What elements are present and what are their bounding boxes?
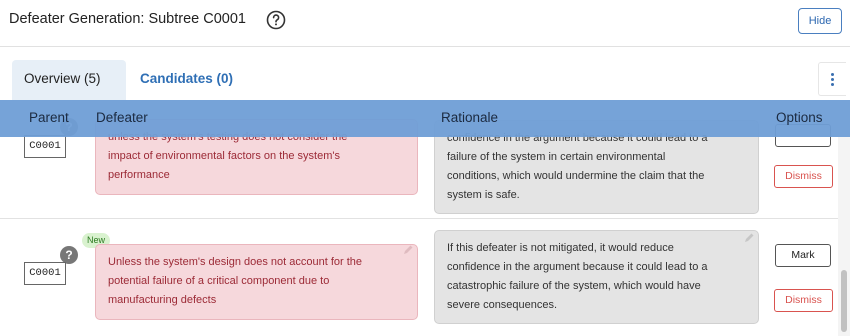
dismiss-button[interactable]: Dismiss <box>774 289 833 312</box>
column-header-defeater: Defeater <box>96 110 148 125</box>
mark-button[interactable]: Mark <box>775 244 831 267</box>
rationale-line: confidence in the argument because it co… <box>447 261 708 273</box>
column-header-parent: Parent <box>29 110 69 125</box>
defeater-generation-panel: Defeater Generation: Subtree C0001 Hide … <box>0 0 850 336</box>
rationale-line: severe consequences. <box>447 299 558 311</box>
tab-overview[interactable]: Overview (5) <box>12 60 126 100</box>
panel-header: Defeater Generation: Subtree C0001 Hide <box>0 0 850 46</box>
panel-title: Defeater Generation: Subtree C0001 <box>9 11 246 27</box>
defeater-line: manufacturing defects <box>108 294 217 306</box>
parent-node-box[interactable]: C0001 <box>24 135 66 158</box>
row-divider <box>0 218 838 219</box>
header-divider <box>0 46 850 47</box>
parent-node-box[interactable]: C0001 <box>24 262 66 285</box>
hide-button[interactable]: Hide <box>798 8 842 34</box>
column-header-rationale: Rationale <box>441 110 499 125</box>
defeater-line: impact of environmental factors on the s… <box>108 150 340 162</box>
scrollbar-thumb[interactable] <box>841 270 847 332</box>
help-circle-icon[interactable] <box>266 10 286 30</box>
column-header-options: Options <box>776 110 823 125</box>
rationale-line: catastrophic failure of the system, whic… <box>447 280 701 292</box>
edit-pencil-icon[interactable] <box>744 233 754 243</box>
rationale-line: conditions, which would undermine the cl… <box>447 170 705 182</box>
table-header: Parent Defeater Rationale Options <box>0 100 850 137</box>
rationale-line: failure of the system in certain environ… <box>447 151 666 163</box>
defeater-line: Unless the system's design does not acco… <box>108 256 363 268</box>
defeater-line: potential failure of a critical componen… <box>108 275 330 287</box>
kebab-menu-icon[interactable] <box>818 62 846 96</box>
tab-candidates[interactable]: Candidates (0) <box>128 60 245 100</box>
edit-pencil-icon[interactable] <box>403 245 413 255</box>
defeater-text-box[interactable]: Unless the system's design does not acco… <box>95 244 418 320</box>
dismiss-button[interactable]: Dismiss <box>774 165 833 188</box>
rationale-line: system is safe. <box>447 189 520 201</box>
rationale-line: If this defeater is not mitigated, it wo… <box>447 242 674 254</box>
rationale-text-box[interactable]: If this defeater is not mitigated, it wo… <box>434 230 759 324</box>
defeater-line: performance <box>108 169 170 181</box>
